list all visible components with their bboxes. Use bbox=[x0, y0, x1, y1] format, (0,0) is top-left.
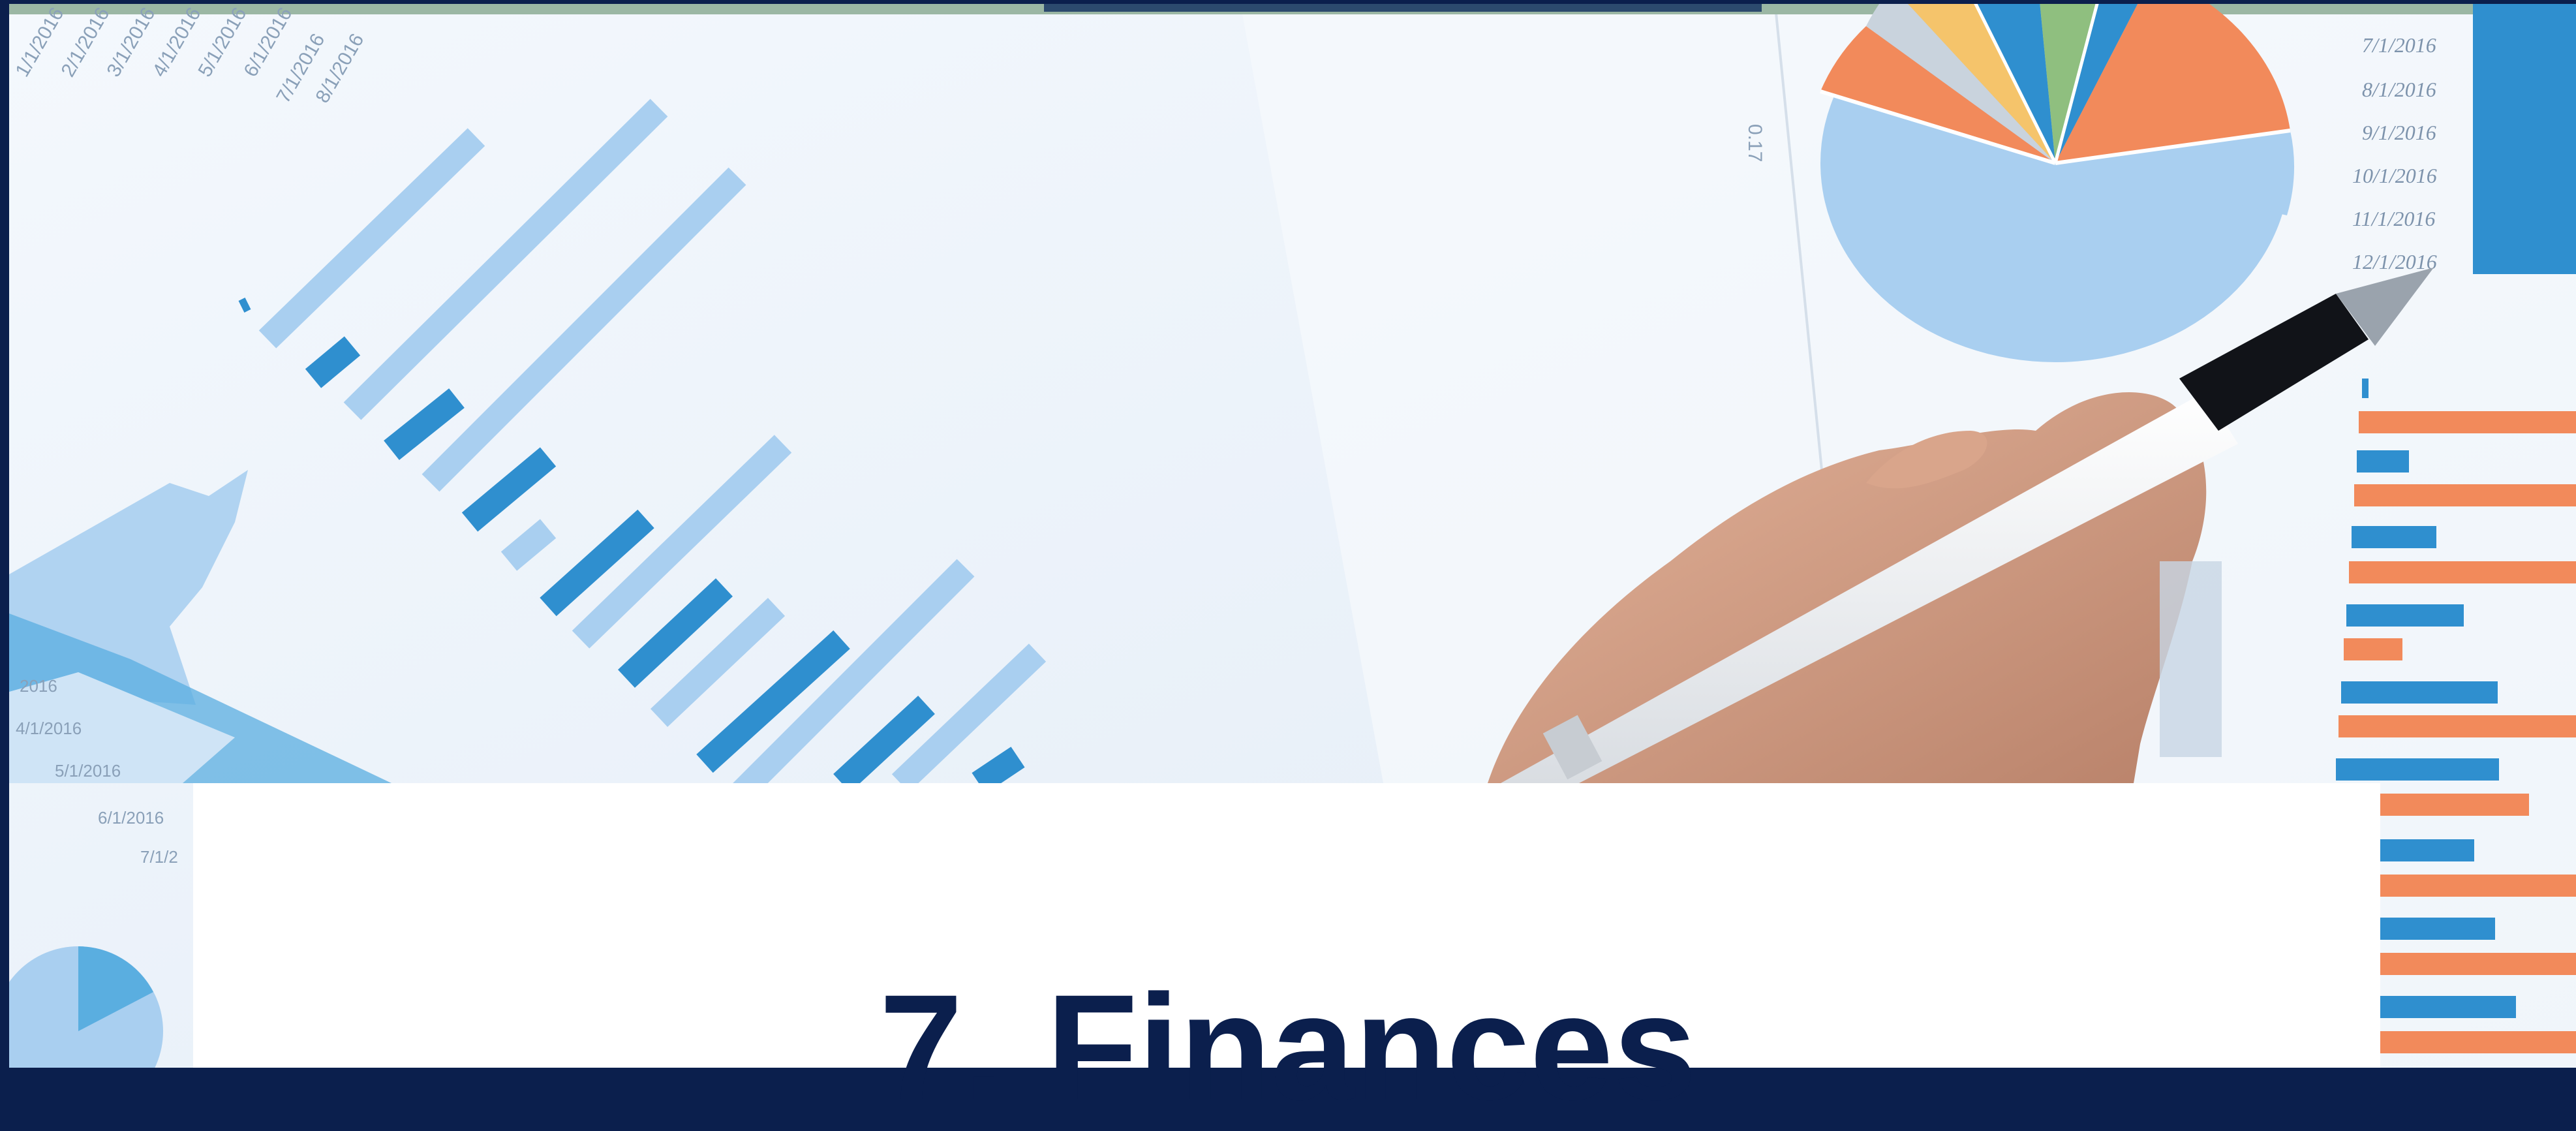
h-bar bbox=[2357, 450, 2409, 473]
h-bar bbox=[2362, 379, 2369, 398]
svg-text:7/1/2016: 7/1/2016 bbox=[2362, 33, 2436, 57]
svg-text:5/1/2016: 5/1/2016 bbox=[55, 761, 121, 781]
top-strip-dark bbox=[1044, 0, 1762, 12]
h-bar bbox=[2352, 526, 2436, 548]
h-bar bbox=[2346, 604, 2464, 627]
svg-text:8/1/2016: 8/1/2016 bbox=[2362, 78, 2436, 101]
h-bar bbox=[2341, 681, 2498, 704]
right-column-bar bbox=[2473, 0, 2576, 274]
h-bar bbox=[2338, 715, 2576, 737]
svg-text:4/1/2016: 4/1/2016 bbox=[16, 719, 82, 738]
svg-text:10/1/2016: 10/1/2016 bbox=[2352, 164, 2437, 187]
svg-text:9/1/2016: 9/1/2016 bbox=[2362, 121, 2436, 144]
gray-block bbox=[2160, 561, 2222, 757]
svg-text:2016: 2016 bbox=[20, 676, 57, 696]
h-bar bbox=[2336, 758, 2499, 781]
h-bar bbox=[2349, 561, 2576, 583]
svg-text:11/1/2016: 11/1/2016 bbox=[2352, 207, 2435, 230]
svg-text:6/1/2016: 6/1/2016 bbox=[98, 808, 164, 828]
printed-value: 0.17 bbox=[1744, 124, 1766, 162]
h-bar bbox=[2354, 484, 2576, 506]
chart-bar bbox=[238, 298, 251, 313]
slide-title: 7. Finances bbox=[879, 963, 1697, 1131]
svg-text:12/1/2016: 12/1/2016 bbox=[2352, 250, 2437, 273]
svg-text:7/1/2: 7/1/2 bbox=[140, 847, 178, 867]
h-bar bbox=[2344, 638, 2402, 660]
h-bar bbox=[2359, 411, 2576, 433]
